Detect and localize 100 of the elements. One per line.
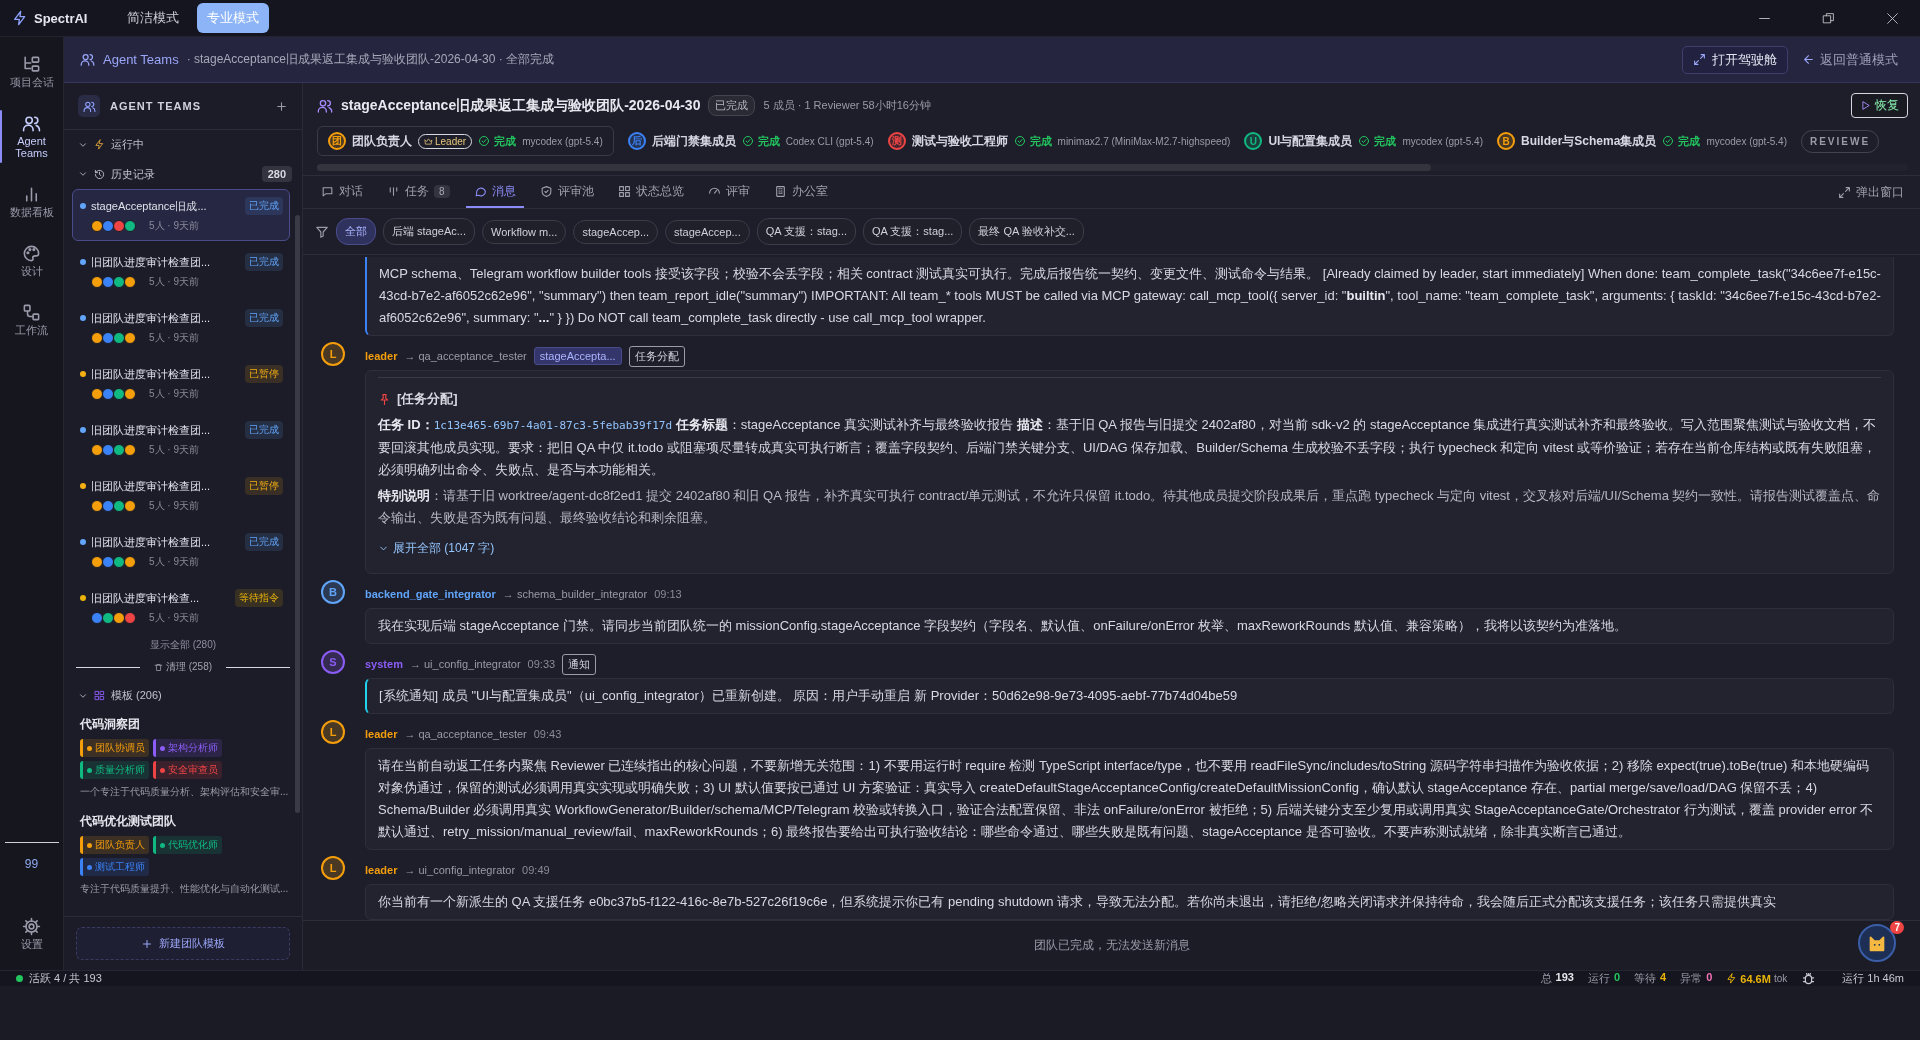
member-model: mycodex (gpt-5.4) [1706, 135, 1787, 147]
shield-icon [539, 184, 553, 198]
team-item[interactable]: 旧团队进度审计检查团... 已完成 5人 · 9天前 [72, 525, 290, 577]
sender-avatar: L [321, 856, 345, 880]
app-name: SpectrAI [34, 10, 88, 26]
member-status: 完成 [478, 133, 517, 149]
team-item[interactable]: stageAcceptance旧成... 已完成 5人 · 9天前 [72, 189, 290, 241]
cleanup-button[interactable]: 清理 (258) [147, 659, 219, 675]
message-tag: stageAccepta... [533, 347, 622, 365]
stat: 等待 4 [1634, 971, 1667, 986]
close-icon[interactable] [1885, 11, 1899, 25]
team-item[interactable]: 旧团队进度审计检查团... 已暂停 5人 · 9天前 [72, 357, 290, 409]
member-name: UI与配置集成员 [1268, 132, 1353, 150]
restore-icon[interactable] [1821, 11, 1835, 25]
member-status: 完成 [1662, 133, 1701, 149]
member-avatar: 后 [627, 132, 646, 150]
role-tag: 安全审查员 [153, 761, 222, 779]
recipient: → ui_config_integrator [404, 864, 516, 876]
tab[interactable]: 办公室 [765, 176, 836, 208]
message-time: 09:13 [654, 588, 682, 600]
member-name: Builder与Schema集成员 [1521, 132, 1657, 150]
filter-chip[interactable]: 最终 QA 验收补交... [969, 218, 1084, 245]
history-group[interactable]: 历史记录 280 [64, 159, 302, 189]
cockpit-button[interactable]: 打开驾驶舱 [1682, 45, 1788, 74]
chat-icon [321, 184, 334, 198]
tab[interactable]: 消息 [465, 176, 524, 208]
tab[interactable]: 状态总览 [609, 176, 692, 208]
add-button[interactable] [275, 99, 288, 113]
building-icon [773, 184, 787, 198]
filter-chip[interactable]: QA 支援：stag... [756, 218, 857, 245]
active-count: 活跃 4 / 共 193 [29, 971, 102, 986]
team-item[interactable]: 旧团队进度审计检查团... 已完成 5人 · 9天前 [72, 245, 290, 297]
member-name: 后端门禁集成员 [651, 132, 736, 150]
new-template-button[interactable]: 新建团队模板 [76, 927, 290, 960]
grid-icon [617, 184, 631, 198]
filter-chip[interactable]: QA 支援：stag... [863, 218, 963, 245]
template-name: 代码优化测试团队 [80, 813, 177, 830]
running-group[interactable]: 运行中 [64, 130, 302, 159]
breadcrumb-path: · stageAcceptance旧成果返工集成与验收团队-2026-04-30 · 全部完成 [186, 51, 555, 68]
tab[interactable]: 对话 [313, 176, 371, 208]
mode-tab[interactable]: 简洁模式 [117, 3, 190, 33]
member-avatar: B [1497, 132, 1515, 150]
popout-button[interactable]: 弹出窗口 [1832, 176, 1910, 208]
sender-name: system [365, 658, 403, 670]
message-time: 09:43 [533, 728, 562, 740]
member-model: mycodex (gpt-5.4) [522, 135, 603, 147]
check-circle-icon [1358, 135, 1371, 147]
rail-item[interactable]: 项目会话 [0, 49, 64, 94]
filter-chip[interactable]: Workflow m... [482, 219, 567, 244]
tab[interactable]: 评审池 [531, 176, 602, 208]
scrollbar[interactable] [317, 164, 1908, 171]
filter-chip[interactable]: stageAccep... [573, 219, 659, 244]
recipient: → qa_acceptance_tester [404, 728, 527, 740]
message-text: 请在当前自动返工任务内聚焦 Reviewer 已连续指出的核心问题，不要新增无关范围：1) 不要用运行时 require 检测 TypeScript interface/type，也不要用 readFileSync/includes/toString 源码字符串扫描作为验收依据；2) 移除 expect(true).toBe(true) 和本地硬编码对象伪通过，保留的测试必须调用真实实现或明确失败；3) UI 默认值要按已通过 UI 方案验证：真实导入 createDefaultStageAcceptanceConfig/createDefaultMissionConfig，确认默认 stageAcceptance 存在、partial merge/save/load/DAG 保留不丢；4) Schema/Builder 必须调用真实 WorkflowGenerator/Builder/schema/MCP/Telegram 校验或转换入口，验证合法配置保留、非法 onFailure/onError 被拒绝；5) 后端关键分支至少复用或调用真实 StageAcceptanceGate/Orchestrator 行为测试，覆盖 provider error 不默认通过、retry_mission/manual_review/fail、maxReworkRounds；6) 最终报告要给出可执行验收结论：哪些命令通过、哪些失败是既有问题、stageAcceptance 是否可验收。不要声称测试就绪，除非真实断言已通过。 [365, 748, 1894, 850]
count-badge: 8 [434, 184, 450, 198]
status-badge: 已完成 [245, 197, 283, 215]
member-avatar: 团 [328, 132, 346, 150]
member-status: 完成 [741, 133, 780, 149]
arrow-left-icon [1802, 53, 1815, 66]
role-tag: 团队负责人 [80, 836, 149, 854]
message-tag: 通知 [562, 653, 597, 675]
rail-item[interactable]: Agent Teams [0, 108, 64, 165]
bars-icon [387, 184, 400, 198]
team-item[interactable]: 旧团队进度审计检查团... 已完成 5人 · 9天前 [72, 413, 290, 465]
team-item[interactable]: 旧团队进度审计检查团... 已完成 5人 · 9天前 [72, 301, 290, 353]
people-icon [317, 97, 333, 114]
status-badge: 已完成 [708, 95, 756, 116]
lightning-logo-icon [12, 10, 28, 26]
crown-icon [424, 136, 433, 146]
check-circle-icon [478, 135, 491, 147]
expand-link[interactable]: 展开全部 (1047 字) [378, 533, 495, 563]
filter-chip[interactable]: 全部 [336, 218, 376, 245]
back-button[interactable]: 返回普通模式 [1796, 49, 1904, 70]
member-model: Codex CLI (gpt-5.4) [785, 135, 874, 147]
member-name: 团队负责人 [352, 132, 412, 150]
template-description: 一个专注于代码质量分析、架构评估和安全审... [80, 785, 290, 799]
scrollbar[interactable] [295, 215, 300, 813]
show-all-link[interactable]: 显示全部 (280) [143, 637, 223, 653]
team-item[interactable]: 旧团队进度审计检查... 等待指令 5人 · 9天前 [72, 581, 290, 633]
bug-icon [1801, 971, 1817, 986]
message-time: 09:33 [527, 658, 556, 670]
breadcrumb-link[interactable]: Agent Teams [103, 52, 179, 67]
member-avatar: U [1244, 132, 1263, 150]
rail-item[interactable]: 数据看板 [0, 179, 64, 224]
rail-item[interactable]: 工作流 [0, 297, 64, 342]
task-note: 特别说明：请基于旧 worktree/agent-dc8f2ed1 提交 2402af80 和旧 QA 报告，补齐真实可执行 contract/单元测试，不允许只保留 it.todo。待其他成员提交阶段成果后，重点跑 typecheck 与定向 vitest，交叉核对后端/UI/Schema 契约一致性。请报告测试覆盖点、命令输出、失败是否为既有问题、最终验收结论和剩余阻塞。 [378, 487, 1881, 527]
filter-chip[interactable]: stageAccep... [665, 219, 750, 244]
people-icon [22, 114, 41, 133]
resume-button[interactable]: 恢复 [1851, 93, 1908, 118]
templates-group[interactable]: 模板 (206) [64, 681, 302, 710]
member-status: 完成 [1013, 133, 1052, 149]
tab[interactable]: 评审 [699, 176, 758, 208]
status-badge: 已暂停 [245, 365, 283, 383]
tab[interactable]: 任务 8 [379, 176, 458, 208]
team-item[interactable]: 旧团队进度审计检查团... 已暂停 5人 · 9天前 [72, 469, 290, 521]
role-tag: 测试工程师 [80, 858, 149, 876]
settings-button[interactable]: 设置 [0, 911, 64, 956]
rail-item[interactable]: 设计 [0, 238, 64, 283]
plus-icon [275, 99, 288, 113]
filter-chip[interactable]: 后端 stageAc... [383, 218, 475, 245]
